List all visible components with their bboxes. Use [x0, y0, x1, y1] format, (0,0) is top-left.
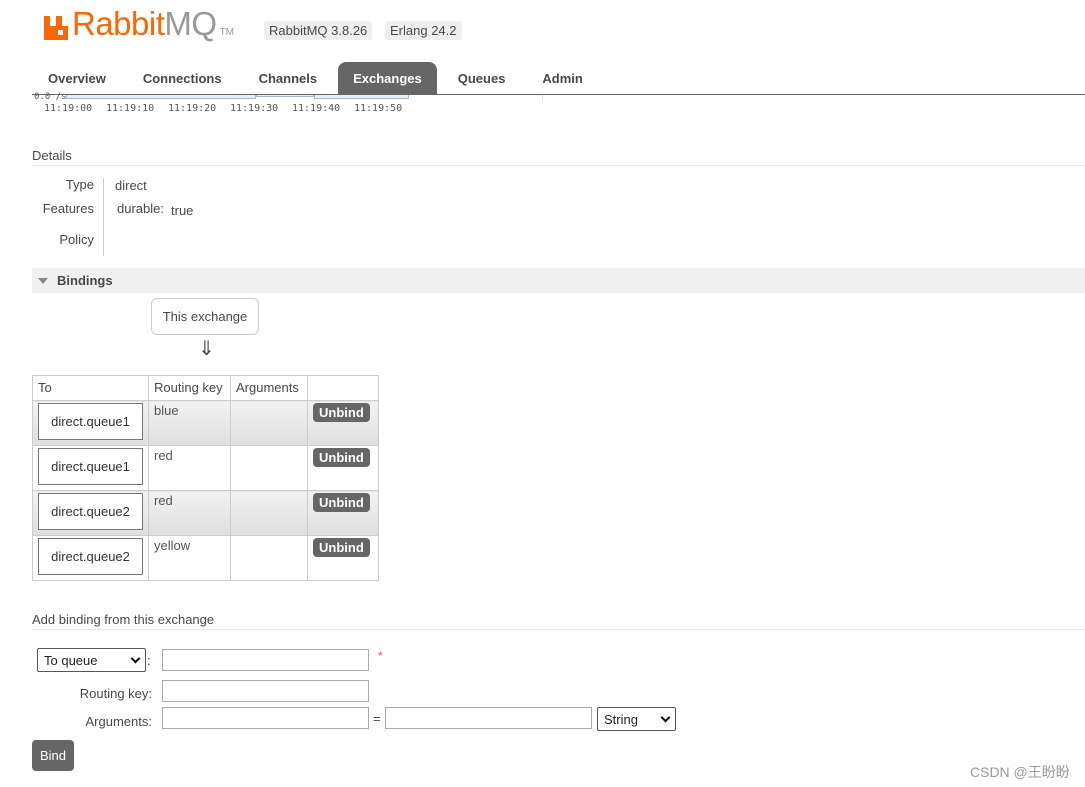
destination-type-select[interactable]: To queue: [37, 648, 146, 672]
add-binding-title: Add binding from this exchange: [32, 612, 215, 627]
tab-admin[interactable]: Admin: [526, 62, 598, 95]
details-divider: [103, 178, 104, 256]
routing-key-cell: red: [154, 493, 173, 508]
destination-colon: :: [147, 653, 151, 668]
logo-rabbit-text: Rabbit: [72, 5, 165, 42]
col-header-actions: [307, 375, 379, 401]
chart-x-tick: 11:19:30: [230, 103, 279, 114]
argument-value-input[interactable]: [385, 707, 592, 729]
argument-key-input[interactable]: [162, 707, 369, 729]
arguments-cell: [230, 445, 308, 491]
arguments-cell: [230, 535, 308, 581]
routing-key-cell: blue: [154, 403, 179, 418]
tab-connections[interactable]: Connections: [127, 62, 238, 95]
bindings-section-toggle[interactable]: Bindings: [32, 268, 1085, 293]
unbind-button[interactable]: Unbind: [313, 538, 370, 557]
tab-channels[interactable]: Channels: [243, 62, 334, 95]
table-header-row: To Routing key Arguments: [32, 375, 379, 401]
table-row: direct.queue2 yellow Unbind: [32, 535, 379, 581]
table-row: direct.queue1 red Unbind: [32, 445, 379, 491]
chart-x-tick: 11:19:40: [292, 103, 341, 114]
chart-y-label: 0.0 /s: [34, 92, 67, 102]
details-rule: [32, 165, 1085, 166]
argument-type-select[interactable]: String: [597, 707, 676, 731]
bindings-table: To Routing key Arguments direct.queue1 b…: [32, 375, 379, 581]
message-rate-chart: 0.0 /s 11:19:00 11:19:10 11:19:20 11:19:…: [34, 92, 414, 115]
chevron-down-icon: [660, 712, 671, 722]
table-row: direct.queue2 red Unbind: [32, 490, 379, 536]
destination-queue-link[interactable]: direct.queue1: [38, 403, 143, 440]
watermark: CSDN @王盼盼: [970, 764, 1070, 780]
rabbitmq-version-badge: RabbitMQ 3.8.26: [264, 21, 373, 40]
details-title: Details: [32, 148, 72, 163]
collapse-triangle-icon: [38, 277, 48, 284]
this-exchange-box: This exchange: [151, 298, 259, 335]
unbind-button[interactable]: Unbind: [313, 493, 370, 512]
chart-x-tick: 11:19:50: [354, 103, 403, 114]
col-header-routing-key: Routing key: [148, 375, 231, 401]
destination-name-input[interactable]: [162, 649, 369, 671]
arguments-cell: [230, 400, 308, 446]
features-label: Features: [42, 201, 94, 216]
rabbitmq-logo: RabbitMQ TM: [44, 4, 234, 40]
destination-queue-link[interactable]: direct.queue2: [38, 538, 143, 575]
bindings-title: Bindings: [57, 273, 113, 288]
routing-key-cell: red: [154, 448, 173, 463]
chart-series-band: [66, 95, 256, 99]
destination-queue-link[interactable]: direct.queue1: [38, 448, 143, 485]
chart-x-tick: 11:19:20: [168, 103, 217, 114]
erlang-version-badge: Erlang 24.2: [385, 21, 462, 40]
chart-x-tick: 11:19:00: [44, 103, 93, 114]
destination-type-value: To queue: [44, 652, 98, 668]
add-binding-rule: [32, 629, 1085, 630]
features-key: durable:: [117, 201, 164, 216]
routing-key-label: Routing key:: [79, 686, 152, 701]
type-value: direct: [115, 178, 147, 193]
arguments-cell: [230, 490, 308, 536]
logo-trademark: TM: [219, 27, 235, 38]
unbind-button[interactable]: Unbind: [313, 403, 370, 422]
type-label: Type: [65, 177, 94, 192]
logo-mq-text: MQ: [164, 5, 217, 42]
col-header-arguments: Arguments: [230, 375, 308, 401]
chart-series-band: [314, 95, 409, 99]
required-marker: *: [378, 649, 383, 663]
main-nav-tabs: Overview Connections Channels Exchanges …: [32, 62, 604, 95]
argument-equals: =: [373, 711, 381, 726]
chart-divider: [542, 95, 543, 101]
features-value: true: [171, 203, 194, 218]
tab-overview[interactable]: Overview: [32, 62, 122, 95]
table-row: direct.queue1 blue Unbind: [32, 400, 379, 446]
chevron-down-icon: [130, 653, 141, 663]
unbind-button[interactable]: Unbind: [313, 448, 370, 467]
col-header-to: To: [32, 375, 149, 401]
bind-button[interactable]: Bind: [32, 740, 74, 771]
policy-label: Policy: [59, 232, 94, 247]
tab-exchanges[interactable]: Exchanges: [338, 62, 437, 95]
arguments-label: Arguments:: [85, 714, 152, 729]
chart-series-band: [256, 95, 314, 97]
rabbitmq-logo-icon: [44, 12, 68, 40]
destination-queue-link[interactable]: direct.queue2: [38, 493, 143, 530]
argument-type-value: String: [604, 711, 638, 727]
tab-queues[interactable]: Queues: [442, 62, 522, 95]
chart-x-tick: 11:19:10: [106, 103, 155, 114]
down-arrow-icon: ⇓: [198, 338, 215, 360]
routing-key-cell: yellow: [154, 538, 191, 553]
routing-key-input[interactable]: [162, 680, 369, 702]
